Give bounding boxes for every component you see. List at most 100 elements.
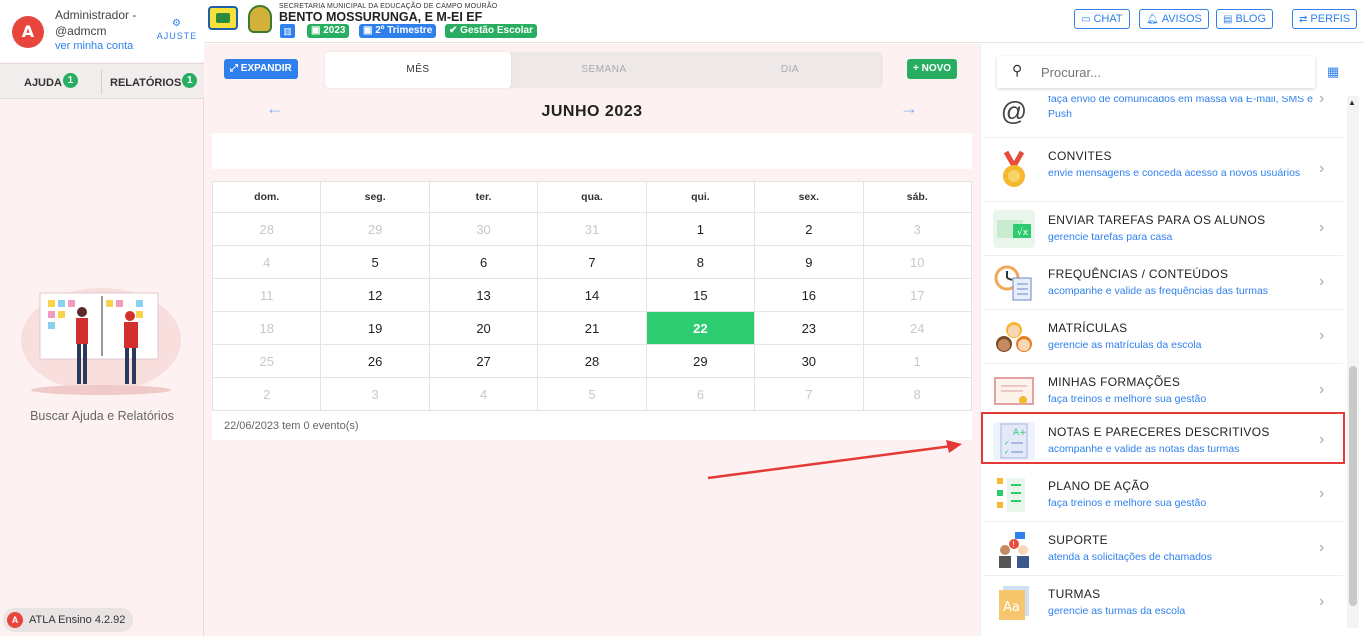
app-logo-mini: A	[7, 612, 23, 628]
tab-month[interactable]: MÊS	[325, 52, 511, 88]
day-cell[interactable]: 30	[428, 212, 539, 246]
module-chip[interactable]: ✔ Gestão Escolar	[445, 24, 537, 38]
day-cell[interactable]: 7	[537, 245, 647, 279]
top-header: SECRETARIA MUNICIPAL DA EDUCAÇÃO DE CAMP…	[204, 0, 1364, 43]
day-cell[interactable]: 18	[211, 311, 322, 345]
day-cell[interactable]: 10	[862, 245, 973, 279]
week-row: 2 3 4 5 6 7 8	[211, 377, 973, 411]
day-cell[interactable]: 21	[537, 311, 647, 345]
settings-button[interactable]: ⚙ AJUSTE	[156, 18, 198, 41]
weekday-header: qui.	[645, 181, 756, 213]
module-comunicados[interactable]: @ faça envio de comunicados em massa via…	[983, 96, 1343, 138]
tab-week[interactable]: SEMANA	[511, 52, 697, 88]
svg-text:√x: √x	[1017, 227, 1029, 238]
day-cell[interactable]: 11	[211, 278, 322, 312]
module-matriculas[interactable]: MATRÍCULAS gerencie as matrículas da esc…	[983, 310, 1343, 364]
day-cell[interactable]: 19	[320, 311, 430, 345]
version-chip[interactable]: A ATLA Ensino 4.2.92	[3, 608, 133, 632]
day-cell[interactable]: 1	[645, 212, 756, 246]
day-cell[interactable]: 28	[211, 212, 322, 246]
day-cell[interactable]: 4	[211, 245, 322, 279]
app-logo[interactable]: A	[12, 16, 44, 48]
plus-icon: +	[913, 63, 922, 74]
module-plano-acao[interactable]: PLANO DE AÇÃO faça treinos e melhore sua…	[983, 468, 1343, 522]
day-cell[interactable]: 27	[428, 344, 539, 378]
avisos-button[interactable]: 🔔︎ AVISOS	[1139, 9, 1209, 29]
tab-ajuda-badge: 1	[62, 73, 78, 88]
day-cell[interactable]: 14	[537, 278, 647, 312]
day-cell[interactable]: 5	[320, 245, 430, 279]
tab-relatorios[interactable]: RELATÓRIOS 1	[110, 64, 198, 100]
module-title: PLANO DE AÇÃO	[1048, 479, 1150, 493]
day-cell[interactable]: 8	[645, 245, 756, 279]
module-title: MINHAS FORMAÇÕES	[1048, 375, 1181, 389]
grid-view-icon[interactable]: ▦	[1327, 64, 1339, 80]
module-title: CONVITES	[1048, 149, 1112, 163]
module-formacoes[interactable]: MINHAS FORMAÇÕES faça treinos e melhore …	[983, 364, 1343, 418]
month-title: JUNHO 2023	[541, 103, 643, 120]
day-cell[interactable]: 28	[537, 344, 647, 378]
day-cell[interactable]: 7	[754, 377, 864, 411]
day-cell[interactable]: 23	[754, 311, 864, 345]
day-cell[interactable]: 3	[320, 377, 430, 411]
modules-scrollbar[interactable]: ▲	[1347, 96, 1359, 628]
stats-icon[interactable]: ▥	[280, 24, 295, 38]
day-cell[interactable]: 16	[754, 278, 864, 312]
day-cell[interactable]: 3	[862, 212, 973, 246]
scroll-thumb[interactable]	[1349, 366, 1357, 606]
calendar-area: ⤢ EXPANDIR MÊS SEMANA DIA + NOVO ← JUNHO…	[204, 44, 980, 636]
bell-icon: 🔔︎	[1146, 14, 1159, 25]
search-box: ⚲	[997, 56, 1315, 88]
next-month-arrow-icon[interactable]: →	[900, 98, 918, 119]
week-row: 18 19 20 21 22 23 24	[211, 311, 973, 345]
day-cell[interactable]: 24	[862, 311, 973, 345]
day-cell[interactable]: 2	[754, 212, 864, 246]
day-cell[interactable]: 6	[645, 377, 756, 411]
module-convites[interactable]: CONVITES envie mensagens e conceda acess…	[983, 138, 1343, 202]
my-account-link[interactable]: ver minha conta	[55, 40, 133, 52]
city-coat-of-arms	[248, 5, 272, 33]
day-cell[interactable]: 8	[862, 377, 973, 411]
day-cell[interactable]: 5	[537, 377, 647, 411]
new-event-button[interactable]: + NOVO	[907, 59, 958, 79]
weekday-header: sex.	[754, 181, 864, 213]
module-suporte[interactable]: ! SUPORTE atenda a solicitações de chama…	[983, 522, 1343, 576]
day-cell[interactable]: 9	[754, 245, 864, 279]
blog-button[interactable]: ▤ BLOG	[1216, 9, 1274, 29]
day-cell[interactable]: 15	[645, 278, 756, 312]
svg-text:A+: A+	[1013, 428, 1027, 438]
day-cell[interactable]: 26	[320, 344, 430, 378]
module-frequencias[interactable]: FREQUÊNCIAS / CONTEÚDOS acompanhe e vali…	[983, 256, 1343, 310]
module-notas-pareceres[interactable]: A+ ✓ ✓ NOTAS E PARECERES DESCRITIVOS acomp…	[981, 412, 1345, 464]
module-subtitle: atenda a solicitações de chamados	[1048, 551, 1213, 563]
school-name[interactable]: BENTO MOSSURUNGA, E M-EI EF	[279, 10, 482, 24]
day-cell[interactable]: 12	[320, 278, 430, 312]
chat-button[interactable]: ▭ CHAT	[1074, 9, 1130, 29]
day-cell-today[interactable]: 22	[645, 311, 756, 345]
scroll-up-arrow-icon[interactable]: ▲	[1348, 98, 1356, 107]
day-cell[interactable]: 31	[537, 212, 647, 246]
day-cell[interactable]: 6	[428, 245, 539, 279]
day-cell[interactable]: 1	[862, 344, 973, 378]
year-chip[interactable]: ▣ 2023	[307, 24, 350, 38]
day-cell[interactable]: 25	[211, 344, 322, 378]
perfis-button[interactable]: ⇄ PERFIS	[1292, 9, 1358, 29]
module-tarefas[interactable]: √x ENVIAR TAREFAS PARA OS ALUNOS gerenci…	[983, 202, 1343, 256]
search-input[interactable]	[1041, 62, 1291, 82]
day-cell[interactable]: 17	[862, 278, 973, 312]
tab-ajuda[interactable]: AJUDA 1	[24, 64, 78, 100]
module-turmas[interactable]: Aa TURMAS gerencie as turmas da escola ›	[983, 576, 1343, 628]
day-cell[interactable]: 30	[754, 344, 864, 378]
day-cell[interactable]: 29	[320, 212, 430, 246]
day-cell[interactable]: 29	[645, 344, 756, 378]
period-chip[interactable]: ▣ 2º Trimestre	[359, 24, 437, 38]
day-cell[interactable]: 20	[428, 311, 539, 345]
tab-day[interactable]: DIA	[697, 52, 883, 88]
modules-panel: ⚲ ▦ @ faça envio de comunicados em massa…	[980, 44, 1364, 636]
day-cell[interactable]: 2	[211, 377, 322, 411]
day-cell[interactable]: 4	[428, 377, 539, 411]
chevron-right-icon: ›	[1319, 327, 1325, 344]
day-cell[interactable]: 13	[428, 278, 539, 312]
expand-button[interactable]: ⤢ EXPANDIR	[224, 59, 298, 79]
chevron-right-icon: ›	[1319, 485, 1325, 502]
